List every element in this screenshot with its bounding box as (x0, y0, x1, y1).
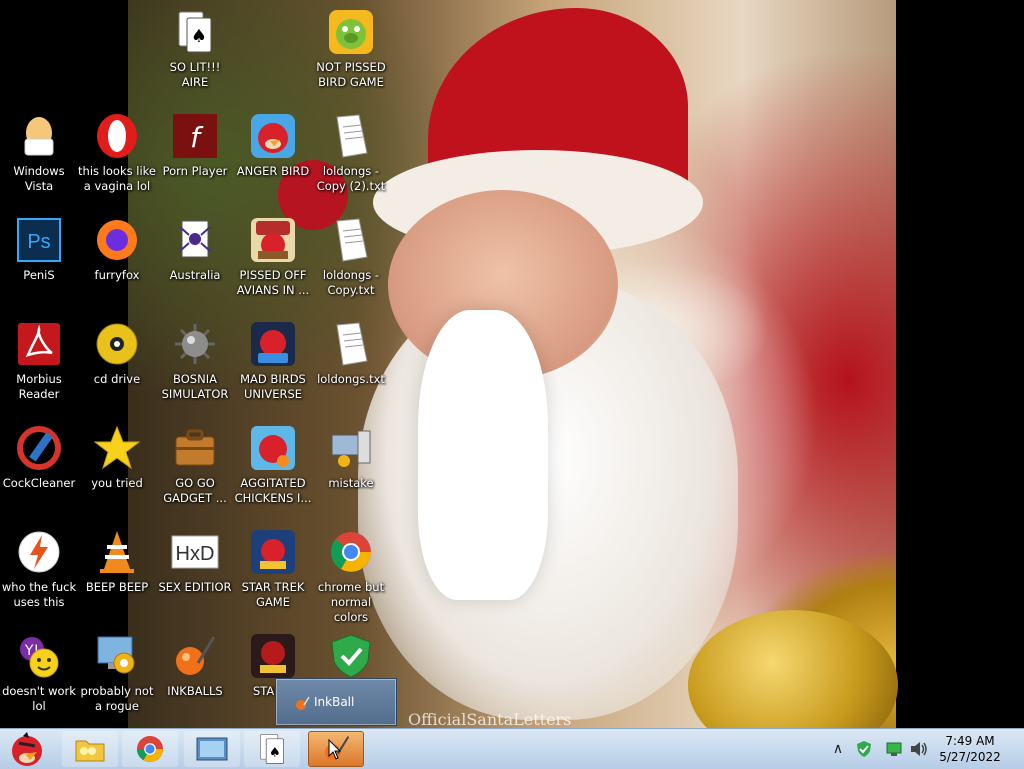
hxd-editor-icon: HxD (171, 528, 219, 576)
opera-icon (93, 112, 141, 160)
firefox-icon (93, 216, 141, 264)
security-shield-check-icon (327, 632, 375, 680)
adobe-reader-icon (15, 320, 63, 368)
desktop-icon-chrome-normal[interactable]: chrome but normal colors (312, 526, 390, 630)
gold-star-icon (93, 424, 141, 472)
desktop-icon-who-the-fuck[interactable]: who the fuck uses this (0, 526, 78, 630)
chrome-icon (327, 528, 375, 576)
inkball-icon (171, 632, 219, 680)
santa-glove-shape (418, 310, 548, 600)
angry-bird-start-icon (12, 732, 42, 766)
clock-time: 7:49 AM (945, 734, 995, 748)
egg-icon (15, 112, 63, 160)
text-file-icon (327, 112, 375, 160)
desktop-icon-cockcleaner[interactable]: CockCleaner (0, 422, 78, 526)
desktop-icon-furryfox[interactable]: furryfox (78, 214, 156, 318)
volume-icon[interactable] (910, 741, 928, 757)
clock[interactable]: 7:49 AM 5/27/2022 (930, 733, 1010, 765)
desktop-icon-go-go-gadget[interactable]: GO GO GADGET ... (156, 422, 234, 526)
angry-birds-seasons-icon (249, 216, 297, 264)
show-hidden-icons-chevron[interactable]: ∧ (828, 741, 848, 757)
spider-solitaire-icon (171, 216, 219, 264)
computer-setup-icon (327, 424, 375, 472)
svg-text:Ps: Ps (27, 231, 50, 253)
svg-text:HxD: HxD (176, 543, 215, 565)
angry-birds-star-wars-2-icon (249, 632, 297, 680)
wallpaper-watermark: OfficialSantaLetters (408, 710, 572, 729)
desktop-icon-australia[interactable]: Australia (156, 214, 234, 318)
svg-text:♠: ♠ (191, 26, 207, 47)
desktop-icon-mistake[interactable]: mistake (312, 422, 390, 526)
angry-birds-star-wars-icon (249, 528, 297, 576)
flash-player-icon: f (171, 112, 219, 160)
briefcase-icon (171, 424, 219, 472)
mouse-cursor-icon (328, 739, 342, 760)
desktop-icon-mad-birds-universe[interactable]: MAD BIRDS UNIVERSE (234, 318, 312, 422)
folder-icon (75, 740, 105, 762)
desktop-icon-beep-beep[interactable]: BEEP BEEP (78, 526, 156, 630)
taskbar-solitaire-button[interactable]: ♠ (244, 731, 300, 767)
desktop-icon-pissed-off-avians[interactable]: PISSED OFF AVIANS IN ... (234, 214, 312, 318)
desktop-icon-agitated-chickens[interactable]: AGGITATED CHICKENS I... (234, 422, 312, 526)
desktop-icon-penis[interactable]: Ps PeniS (0, 214, 78, 318)
media-center-icon (196, 737, 228, 761)
taskbar-thumbnail-inkball[interactable]: InkBall (275, 678, 397, 726)
winamp-bolt-icon (15, 528, 63, 576)
text-file-icon (327, 216, 375, 264)
desktop-icon-loldongs-copy[interactable]: loldongs - Copy.txt (312, 214, 390, 318)
taskbar: ♠ ∧ 7:49 AM 5/27/2022 (0, 728, 1024, 769)
minesweeper-mine-icon (171, 320, 219, 368)
system-tray: ∧ (828, 729, 928, 769)
desktop-icon-windows-vista[interactable]: Windows Vista (0, 110, 78, 214)
network-icon[interactable] (886, 741, 902, 757)
clock-date: 5/27/2022 (939, 750, 1001, 764)
desktop-icon-sex-editior[interactable]: HxD SEX EDITIOR (156, 526, 234, 630)
taskbar-chrome-button[interactable] (122, 731, 178, 767)
desktop-icon-probably-rogue[interactable]: probably not a rogue (78, 630, 156, 734)
thumbnail-label: InkBall (314, 695, 355, 709)
cd-disc-icon (93, 320, 141, 368)
desktop-icon-morbius-reader[interactable]: Morbius Reader (0, 318, 78, 422)
control-panel-gears-icon (93, 632, 141, 680)
desktop-icon-you-tried[interactable]: you tried (78, 422, 156, 526)
solitaire-cards-icon: ♠ (171, 8, 219, 56)
desktop-icon-loldongs-copy2[interactable]: loldongs - Copy (2).txt (312, 110, 390, 214)
desktop-icon-loldongs[interactable]: loldongs.txt (312, 318, 390, 422)
taskbar-explorer-button[interactable] (62, 731, 118, 767)
desktop-icon-anger-bird[interactable]: ANGER BIRD (234, 110, 312, 214)
solitaire-cards-icon: ♠ (260, 734, 284, 764)
ccleaner-icon (15, 424, 63, 472)
desktop-icon-porn-player[interactable]: f Porn Player (156, 110, 234, 214)
text-file-icon (327, 320, 375, 368)
desktop-icon-so-lit-aire[interactable]: ♠ SO LIT!!! AIRE (156, 6, 234, 110)
chrome-icon (136, 735, 164, 763)
inkball-icon (296, 696, 310, 710)
start-button[interactable] (2, 731, 52, 767)
svg-text:♠: ♠ (269, 745, 281, 760)
desktop-icon-doesnt-work[interactable]: Y! doesn't work lol (0, 630, 78, 734)
vlc-cone-icon (93, 528, 141, 576)
desktop-icon-inkballs[interactable]: INKBALLS (156, 630, 234, 734)
taskbar-media-button[interactable] (184, 731, 240, 767)
desktop-icon-cd-drive[interactable]: cd drive (78, 318, 156, 422)
desktop-icon-star-trek-game[interactable]: STAR TREK GAME (234, 526, 312, 630)
red-bird-icon (249, 112, 297, 160)
desktop-icon-opera[interactable]: this looks like a vagina lol (78, 110, 156, 214)
security-shield-icon[interactable] (856, 740, 872, 758)
green-pig-icon (327, 8, 375, 56)
desktop-icon-not-pissed-bird[interactable]: NOT PISSED BIRD GAME (312, 6, 390, 110)
photoshop-icon: Ps (15, 216, 63, 264)
angry-birds-rio-icon (249, 424, 297, 472)
angry-birds-space-icon (249, 320, 297, 368)
desktop-icon-bosnia-simulator[interactable]: BOSNIA SIMULATOR (156, 318, 234, 422)
yahoo-messenger-icon: Y! (15, 632, 63, 680)
